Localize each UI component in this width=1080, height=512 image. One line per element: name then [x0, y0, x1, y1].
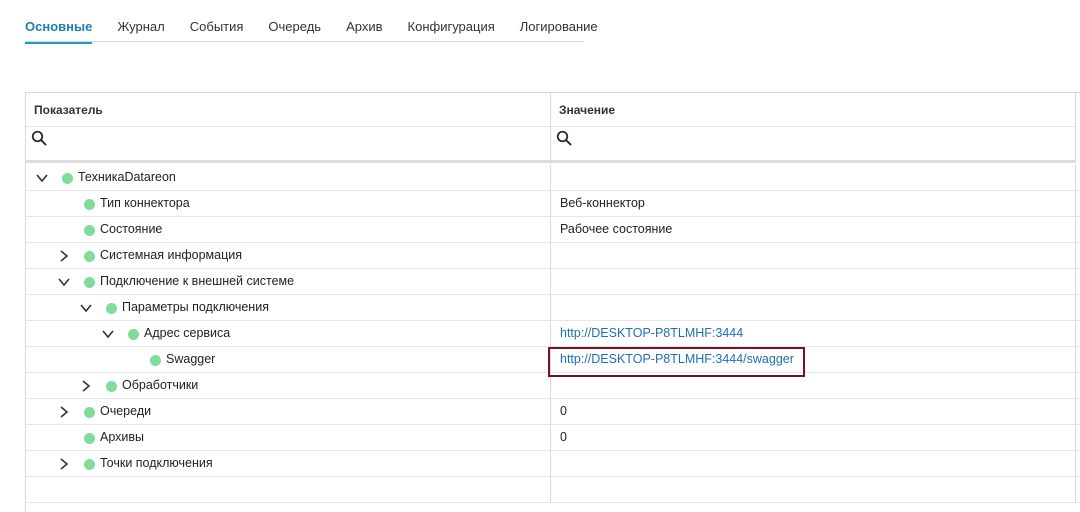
tab-archive[interactable]: Архив [346, 15, 382, 41]
status-dot-icon [84, 277, 95, 288]
value-cell [551, 269, 1076, 294]
chevron-down-icon[interactable] [101, 327, 115, 341]
row-label: Очереди [100, 404, 152, 418]
tab-main[interactable]: Основные [25, 15, 93, 44]
table-row[interactable]: Очереди 0 [26, 399, 1080, 425]
status-dot-icon [84, 251, 95, 262]
value-cell [551, 165, 1076, 190]
table-row[interactable] [26, 477, 1080, 503]
tab-bar: Основные Журнал События Очередь Архив Ко… [25, 15, 598, 44]
filter-input-value[interactable] [575, 129, 1059, 157]
row-label: Точки подключения [100, 456, 213, 470]
row-label: Адрес сервиса [144, 326, 231, 340]
table-row[interactable]: Архивы 0 [26, 425, 1080, 451]
chevron-down-icon[interactable] [79, 301, 93, 315]
status-dot-icon [106, 303, 117, 314]
tab-configuration[interactable]: Конфигурация [408, 15, 495, 41]
table-row[interactable]: Состояние Рабочее состояние [26, 217, 1080, 243]
column-header-indicator[interactable]: Показатель [26, 93, 551, 127]
status-dot-icon [128, 329, 139, 340]
row-label: Тип коннектора [100, 196, 190, 210]
service-address-link[interactable]: http://DESKTOP-P8TLMHF:3444 [560, 326, 743, 340]
value-cell [551, 295, 1076, 320]
value-cell [551, 243, 1076, 268]
indicator-cell [26, 477, 551, 502]
row-label: Системная информация [100, 248, 243, 262]
row-label: Подключение к внешней системе [100, 274, 295, 288]
table-row[interactable]: Подключение к внешней системе [26, 269, 1080, 295]
row-label: Состояние [100, 222, 163, 236]
table-row[interactable]: ТехникаDatareon [26, 165, 1080, 191]
value-cell: 0 [551, 425, 1076, 450]
filter-input-indicator[interactable] [50, 129, 534, 157]
indicator-cell: Очереди [26, 399, 551, 424]
indicator-cell: Swagger [26, 347, 551, 372]
tree-grid: Показатель Значение ТехникаDatareon Тип к… [25, 92, 1080, 512]
status-dot-icon [84, 199, 95, 210]
row-label: Обработчики [122, 378, 199, 392]
tab-events[interactable]: События [190, 15, 244, 41]
indicator-cell: Тип коннектора [26, 191, 551, 216]
indicator-cell: Архивы [26, 425, 551, 450]
row-value: Веб-коннектор [560, 196, 645, 210]
table-row[interactable]: Точки подключения [26, 451, 1080, 477]
status-dot-icon [150, 355, 161, 366]
search-icon [556, 130, 572, 146]
row-value: 0 [560, 404, 567, 418]
status-dot-icon [62, 173, 73, 184]
search-icon [31, 130, 47, 146]
table-row[interactable]: Адрес сервиса http://DESKTOP-P8TLMHF:3444 [26, 321, 1080, 347]
value-cell [551, 451, 1076, 476]
table-row[interactable]: Системная информация [26, 243, 1080, 269]
chevron-right-icon[interactable] [57, 249, 71, 263]
table-row[interactable]: Тип коннектора Веб-коннектор [26, 191, 1080, 217]
tab-logging[interactable]: Логирование [520, 15, 598, 41]
indicator-cell: Параметры подключения [26, 295, 551, 320]
value-cell [551, 477, 1076, 502]
filter-cell-value [551, 127, 1076, 163]
indicator-cell: Состояние [26, 217, 551, 242]
row-value: Рабочее состояние [560, 222, 673, 236]
table-row[interactable]: Параметры подключения [26, 295, 1080, 321]
table-row[interactable]: Обработчики [26, 373, 1080, 399]
tree-rows: ТехникаDatareon Тип коннектора Веб-коннект… [26, 165, 1080, 503]
status-dot-icon [84, 225, 95, 236]
indicator-cell: Точки подключения [26, 451, 551, 476]
row-label: ТехникаDatareon [78, 170, 176, 184]
row-value: 0 [560, 430, 567, 444]
column-header-value[interactable]: Значение [551, 93, 1076, 127]
tab-queue[interactable]: Очередь [268, 15, 321, 41]
row-label: Архивы [100, 430, 145, 444]
row-label: Swagger [166, 352, 216, 366]
value-cell [551, 373, 1076, 398]
indicator-cell: ТехникаDatareon [26, 165, 551, 190]
value-cell: Рабочее состояние [551, 217, 1076, 242]
row-label: Параметры подключения [122, 300, 269, 314]
chevron-right-icon[interactable] [57, 457, 71, 471]
indicator-cell: Обработчики [26, 373, 551, 398]
value-cell: 0 [551, 399, 1076, 424]
indicator-cell: Системная информация [26, 243, 551, 268]
value-cell: Веб-коннектор [551, 191, 1076, 216]
status-dot-icon [106, 381, 117, 392]
chevron-right-icon[interactable] [57, 405, 71, 419]
indicator-cell: Адрес сервиса [26, 321, 551, 346]
chevron-down-icon[interactable] [35, 171, 49, 185]
filter-cell-indicator [26, 127, 551, 163]
value-cell: http://DESKTOP-P8TLMHF:3444/swagger [551, 347, 1076, 372]
status-dot-icon [84, 433, 95, 444]
tab-journal[interactable]: Журнал [117, 15, 164, 41]
swagger-link[interactable]: http://DESKTOP-P8TLMHF:3444/swagger [560, 352, 794, 366]
chevron-down-icon[interactable] [57, 275, 71, 289]
table-row[interactable]: Swagger http://DESKTOP-P8TLMHF:3444/swagg… [26, 347, 1080, 373]
chevron-right-icon[interactable] [79, 379, 93, 393]
status-dot-icon [84, 459, 95, 470]
status-dot-icon [84, 407, 95, 418]
indicator-cell: Подключение к внешней системе [26, 269, 551, 294]
value-cell: http://DESKTOP-P8TLMHF:3444 [551, 321, 1076, 346]
